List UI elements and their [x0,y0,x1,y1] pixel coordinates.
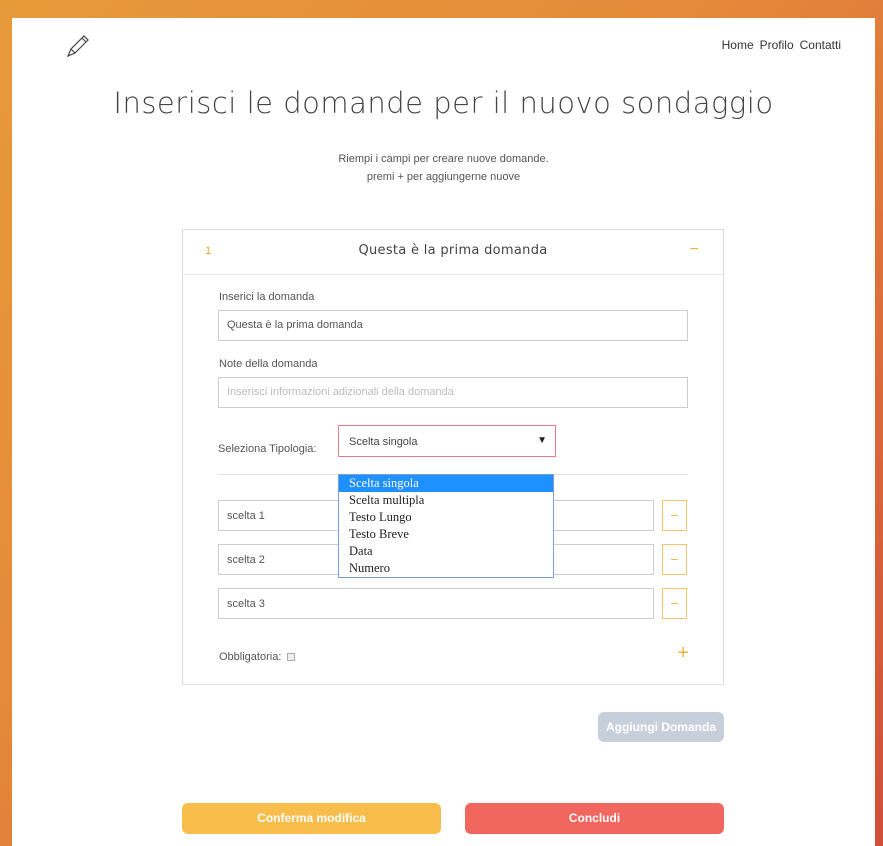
question-header[interactable]: 1 Questa è la prima domanda − [183,230,723,275]
collapse-icon[interactable]: − [690,241,699,259]
question-card: 1 Questa è la prima domanda − Inserici l… [182,229,724,685]
type-select[interactable]: Scelta singola ▼ [338,425,556,457]
question-notes-label: Note della domanda [219,358,318,370]
remove-choice-button-1[interactable]: − [662,500,687,531]
nav-profile[interactable]: Profilo [760,38,794,52]
type-option[interactable]: Scelta singola [339,475,553,492]
question-text-label: Inserici la domanda [219,291,315,303]
subtitle-line-2: premi + per aggiungerne nuove [366,171,521,183]
required-checkbox[interactable] [287,653,296,661]
page: Home Profilo Contatti Inserisci le doman… [12,18,875,846]
type-option[interactable]: Data [339,543,553,560]
subtitle-line-1: Riempi i campi per creare nuove domande. [338,153,549,165]
type-option[interactable]: Numero [339,560,553,577]
type-select-value: Scelta singola [349,436,418,448]
add-choice-icon[interactable]: + [677,642,689,665]
required-label: Obbligatoria: [219,651,282,663]
add-question-button[interactable]: Aggiungi Domanda [598,712,724,742]
caret-down-icon: ▼ [537,435,547,446]
required-row: Obbligatoria: [219,651,296,663]
type-option[interactable]: Testo Lungo [339,509,553,526]
type-option[interactable]: Scelta multipla [339,492,553,509]
question-notes-input[interactable]: Inserisci informazioni adizionali della … [218,377,688,408]
nav-contacts[interactable]: Contatti [800,38,841,52]
type-label: Seleziona Tipologia: [218,443,317,455]
question-title: Questa è la prima domanda [358,243,548,258]
type-dropdown-list: Scelta singola Scelta multipla Testo Lun… [338,474,554,578]
choice-input-3[interactable]: scelta 3 [218,588,654,619]
remove-choice-button-2[interactable]: − [662,544,687,575]
top-nav: Home Profilo Contatti [722,38,841,52]
remove-choice-button-3[interactable]: − [662,588,687,619]
finish-button[interactable]: Concludi [465,803,724,834]
nav-home[interactable]: Home [722,38,754,52]
question-text-input[interactable]: Questa è la prima domanda [218,310,688,341]
type-option[interactable]: Testo Breve [339,526,553,543]
pencil-icon[interactable] [62,32,92,62]
confirm-button[interactable]: Conferma modifica [182,803,441,834]
page-subtitle: Riempi i campi per creare nuove domande.… [12,150,875,186]
page-title: Inserisci le domande per il nuovo sondag… [113,86,774,120]
